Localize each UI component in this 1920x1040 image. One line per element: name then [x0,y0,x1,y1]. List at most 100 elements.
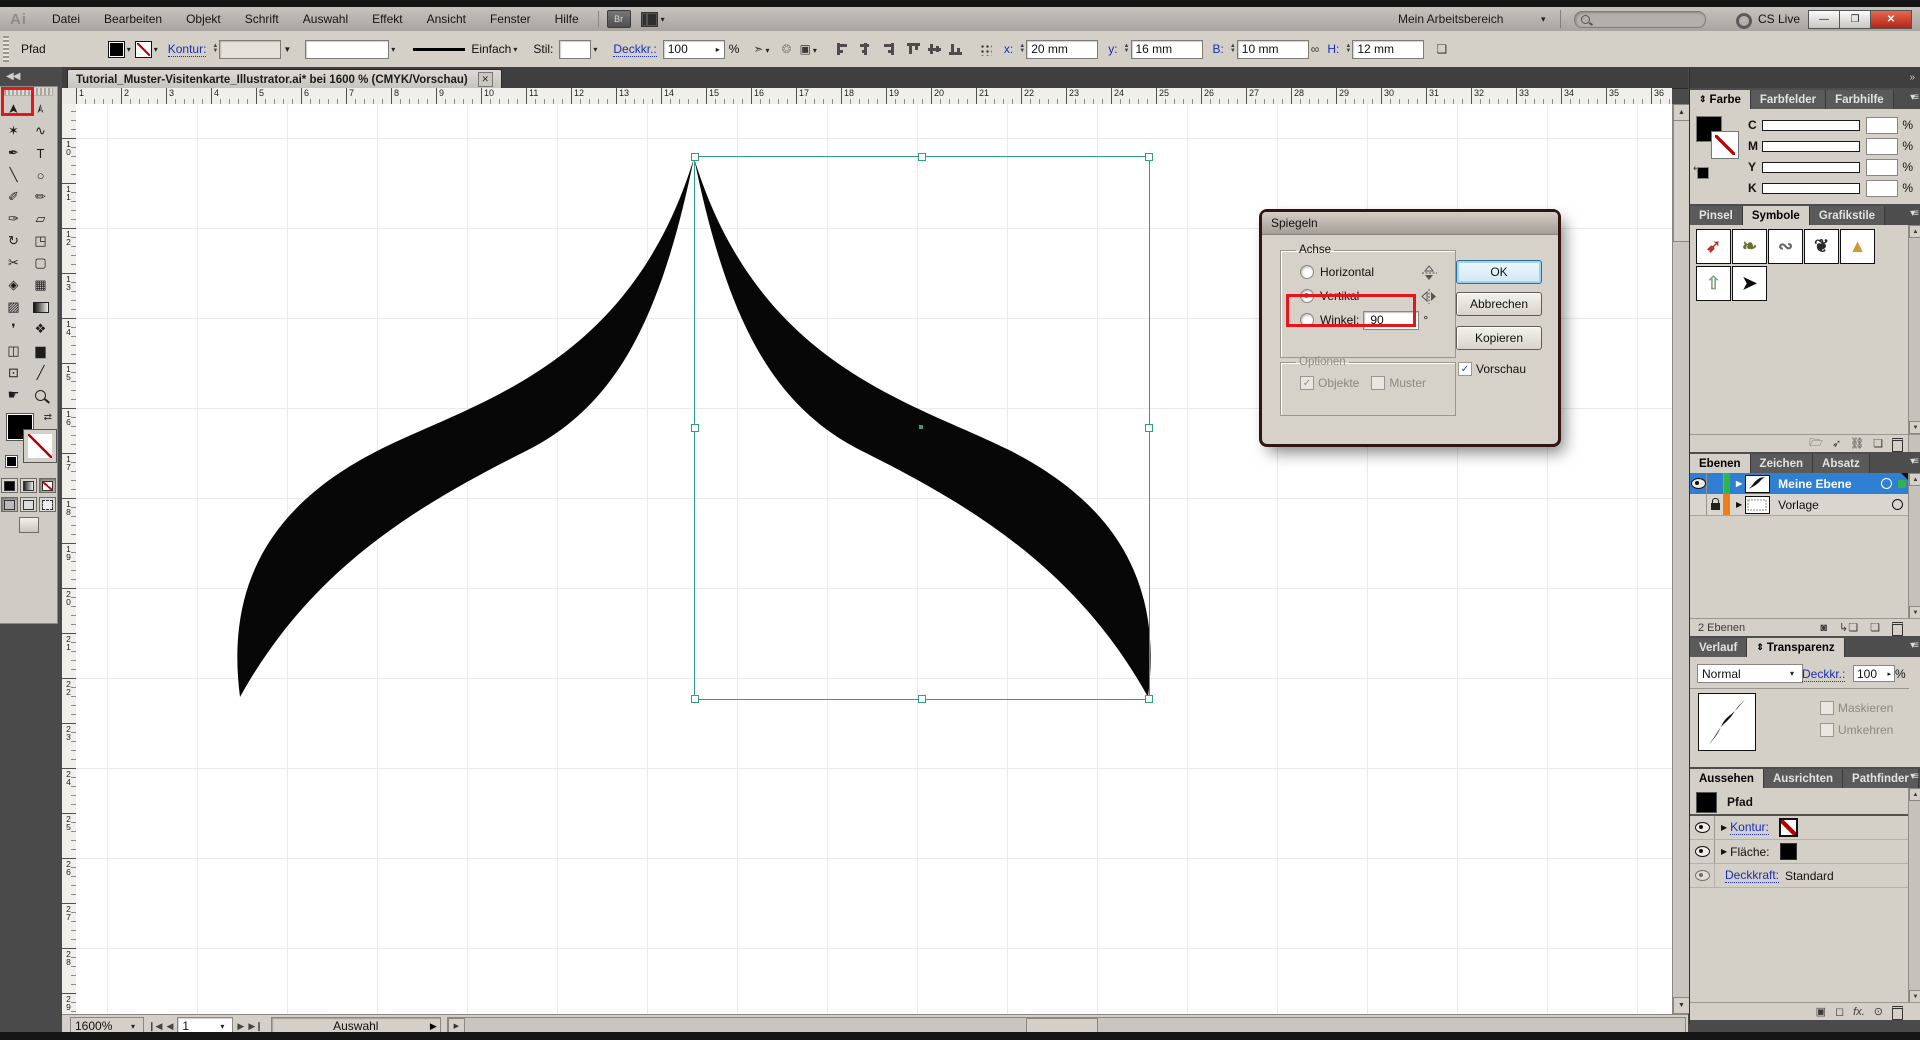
new-symbol-icon[interactable]: ❏ [1873,437,1883,450]
width-stepper[interactable]: ▲▼ [1230,44,1236,54]
menu-auswahl[interactable]: Auswahl [292,9,359,29]
blend-mode-select[interactable]: Normal▾ [1697,664,1803,683]
transparency-opacity-field[interactable]: 100▸ [1853,665,1895,682]
make-clip-mask-icon[interactable]: ◙ [1820,622,1827,634]
scroll-up-icon[interactable]: ▲ [1673,104,1690,121]
channel-slider[interactable] [1762,120,1860,131]
paint-none-button[interactable] [39,478,56,493]
stroke-attribute-row[interactable]: ▶ Kontur: [1690,816,1909,840]
select-similar-icon[interactable]: ➣▾ [753,42,773,56]
channel-slider[interactable] [1762,183,1860,194]
channel-value-field[interactable] [1866,180,1898,197]
stroke-weight-field[interactable] [219,40,281,59]
duplicate-item-icon[interactable]: ⊙ [1874,1005,1883,1018]
layers-scroll-up-icon[interactable]: ▲ [1909,473,1920,486]
color-tab-farbhilfe[interactable]: Farbhilfe [1826,90,1894,109]
copy-button[interactable]: Kopieren [1456,326,1542,350]
stroke-proxy[interactable] [24,430,56,462]
color-tab-farbfelder[interactable]: Farbfelder [1751,90,1826,109]
layer-expand-icon[interactable]: ▶ [1736,479,1742,488]
prev-page-icon[interactable]: ◀ [166,1021,173,1032]
transparency-tab-verlauf[interactable]: Verlauf [1690,638,1747,657]
recolor-artwork-icon[interactable]: ❂ [781,42,791,56]
invert-checkbox[interactable] [1820,723,1834,737]
handle-bottom-left[interactable] [691,695,699,703]
isolate-icon[interactable]: ▣▾ [800,42,821,56]
bridge-button[interactable]: Br [607,10,631,28]
menu-fenster[interactable]: Fenster [479,9,542,29]
align-bottom-icon[interactable] [949,43,964,55]
eraser-tool[interactable]: ▱ [27,208,54,230]
clear-appearance-icon[interactable]: ◻ [1835,1005,1844,1018]
color-fill-stroke-proxy[interactable]: ↰ [1697,117,1741,161]
y-stepper[interactable]: ▲▼ [1124,44,1130,54]
last-page-icon[interactable]: ▶❙ [248,1021,262,1032]
symbols-panel-menu-icon[interactable]: ▾≡ [1910,208,1917,219]
free-transform-tool[interactable]: ▢ [27,252,54,274]
appearance-scroll-up-icon[interactable]: ▲ [1909,788,1920,801]
layer-lock-toggle[interactable] [1707,494,1724,515]
minimize-button[interactable]: — [1808,10,1840,29]
appearance-panel-menu-icon[interactable]: ▾≡ [1910,771,1917,782]
cs-live-menu[interactable]: CS Live [1758,12,1800,26]
reference-point-locator[interactable] [979,43,992,56]
objects-checkbox[interactable]: ✓ [1300,376,1314,390]
cancel-button[interactable]: Abbrechen [1456,292,1542,316]
horizontal-radio[interactable] [1300,265,1314,279]
vertical-scroll-thumb[interactable] [1673,120,1690,242]
brush-definition-field[interactable] [305,40,389,59]
new-sublayer-icon[interactable]: ↳❏ [1839,621,1858,634]
symbol-libraries-icon[interactable]: 🗁 [1809,434,1823,453]
collapse-panel-icon[interactable]: ⇕ [1756,642,1764,653]
opacity-label[interactable]: Deckkr.: [613,42,656,57]
appearance-scrollbar[interactable]: ▲ ▼ [1908,788,1920,1003]
channel-slider[interactable] [1762,162,1860,173]
width-tool[interactable]: ✂ [0,252,27,274]
magic-wand-tool[interactable]: ✶ [0,120,27,142]
mesh-tool[interactable]: ▨ [0,296,27,318]
arrange-documents-icon[interactable] [641,12,658,27]
delete-layer-icon[interactable] [1892,622,1903,636]
fill-attribute-swatch[interactable] [1780,843,1797,860]
constrain-proportions-icon[interactable]: ∞ [1311,42,1320,56]
layer-visibility-toggle[interactable] [1690,473,1707,494]
menu-bearbeiten[interactable]: Bearbeiten [93,9,173,29]
type-tool[interactable]: T [27,142,54,164]
symbol-sprayer-tool[interactable]: ◫ [0,340,27,362]
transparency-tab-transparenz[interactable]: ⇕Transparenz [1747,638,1844,657]
last-color-swatch[interactable] [1698,168,1708,178]
controlbar-grip[interactable] [3,36,9,62]
delete-symbol-icon[interactable] [1892,438,1903,452]
layers-tab-zeichen[interactable]: Zeichen [1751,454,1813,473]
style-caret-icon[interactable]: ▾ [593,45,597,54]
ok-button[interactable]: OK [1456,260,1542,284]
stroke-weight-caret-icon[interactable]: ▼ [283,45,291,54]
width-field[interactable]: 10 mm [1237,40,1309,59]
channel-value-field[interactable] [1866,138,1898,155]
align-top-icon[interactable] [907,43,922,55]
break-link-icon[interactable]: ⛓ [1850,437,1864,450]
layers-scrollbar[interactable]: ▲ ▼ [1908,473,1920,619]
delete-item-icon[interactable] [1892,1006,1903,1020]
layer-row-vorlage[interactable]: ▶Vorlage [1690,494,1909,516]
collapse-tools-icon[interactable]: ◀◀ [6,71,19,82]
symbols-scroll-down-icon[interactable]: ▼ [1909,421,1920,434]
stroke-profile-caret-icon[interactable]: ▾ [513,45,517,54]
transform-panel-icon[interactable]: ❏ [1436,42,1447,56]
draw-inside-button[interactable] [39,497,56,512]
new-art-icon[interactable]: ▣ [1816,1005,1826,1018]
feather-symbol[interactable]: ❧ [1732,229,1767,264]
transparency-opacity-label[interactable]: Deckkr.: [1802,667,1845,682]
paintbrush-tool[interactable]: ✐ [0,186,27,208]
workspace-caret-icon[interactable]: ▾ [1541,14,1546,25]
color-tab-farbe[interactable]: ⇕Farbe [1690,90,1751,109]
rotate-tool[interactable]: ↻ [0,230,27,252]
menu-hilfe[interactable]: Hilfe [544,9,590,29]
fill-caret-icon[interactable]: ▾ [127,45,131,54]
horizontal-radio-row[interactable]: Horizontal [1290,260,1446,284]
menu-datei[interactable]: Datei [41,9,91,29]
align-vcenter-icon[interactable] [928,43,943,55]
x-stepper[interactable]: ▲▼ [1019,44,1025,54]
brush-definition-caret-icon[interactable]: ▾ [391,45,395,54]
height-field[interactable]: 12 mm [1352,40,1424,59]
